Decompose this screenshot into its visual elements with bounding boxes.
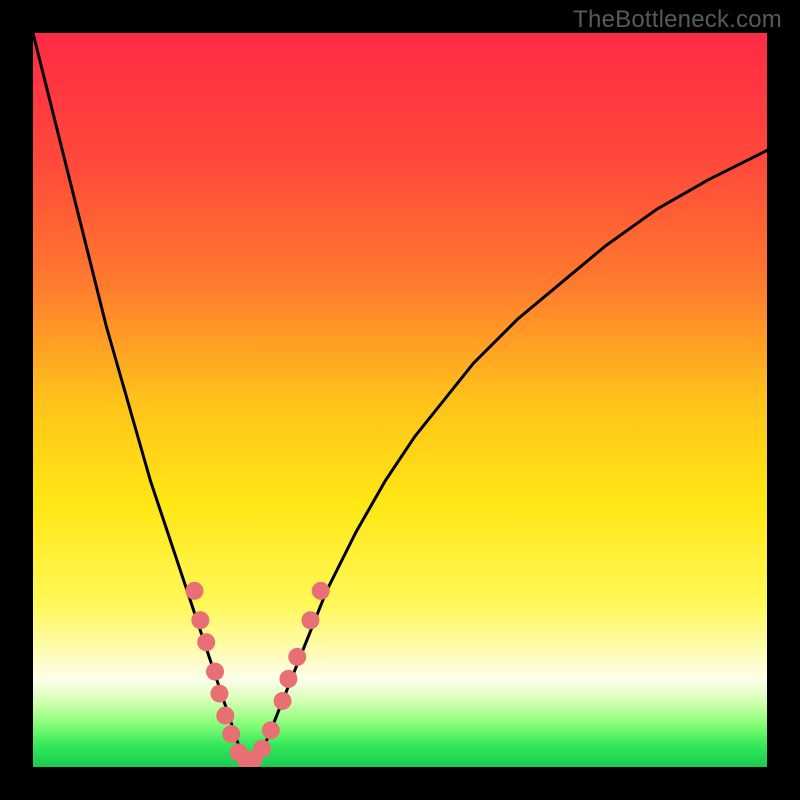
chart-frame: TheBottleneck.com (0, 0, 800, 800)
plot-svg (33, 33, 767, 767)
sample-dot (216, 707, 234, 725)
sample-dot (210, 685, 228, 703)
sample-dot (301, 611, 319, 629)
watermark-text: TheBottleneck.com (573, 6, 782, 34)
sample-dot (191, 611, 209, 629)
sample-dot (185, 582, 203, 600)
sample-dot (279, 670, 297, 688)
sample-dot (288, 648, 306, 666)
sample-dot (197, 633, 215, 651)
sample-dot (274, 692, 292, 710)
sample-dot (206, 663, 224, 681)
plot-area (33, 33, 767, 767)
sample-dot (253, 740, 271, 758)
sample-dot (312, 582, 330, 600)
sample-dot (262, 721, 280, 739)
sample-dot (222, 725, 240, 743)
gradient-background (33, 33, 767, 767)
